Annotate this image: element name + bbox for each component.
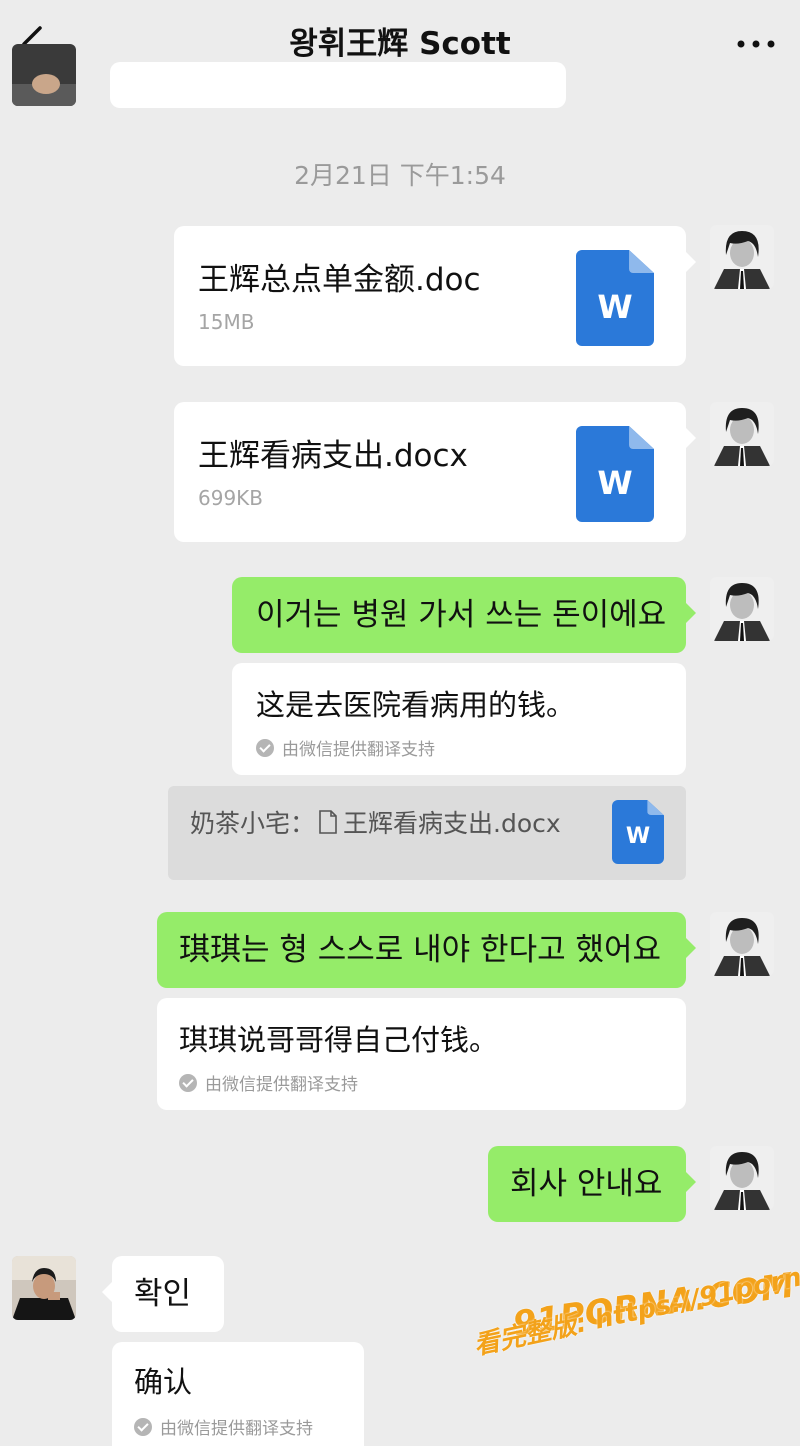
translation-text: 确认 [134, 1365, 193, 1399]
message-text: 확인 [134, 1276, 192, 1312]
message-text: 이거는 병원 가서 쓰는 돈이에요 [256, 597, 667, 633]
previous-message-bubble[interactable] [110, 62, 566, 108]
word-document-icon: W [576, 426, 654, 522]
file-size: 699KB [198, 486, 264, 510]
translation-card[interactable]: 琪琪说哥哥得自己付钱。 由微信提供翻译支持 [157, 998, 686, 1110]
my-avatar[interactable] [710, 1146, 774, 1210]
contact-avatar[interactable] [12, 1256, 76, 1320]
file-message-card[interactable]: 王辉看病支出.docx 699KB W [174, 402, 696, 542]
watermark-url: 看完整版: https://91porna73.com [471, 1236, 800, 1362]
quote-text: 奶茶小宅： 王辉看病支出.docx [190, 809, 561, 838]
check-circle-icon [134, 1417, 152, 1436]
translation-note: 由微信提供翻译支持 [134, 1414, 313, 1439]
my-avatar[interactable] [710, 225, 774, 289]
my-avatar[interactable] [710, 402, 774, 466]
chat-title: 왕휘王辉 Scott [289, 26, 511, 62]
translation-card[interactable]: 确认 由微信提供翻译支持 [112, 1342, 364, 1446]
sent-message-bubble[interactable]: 회사 안내요 [488, 1146, 696, 1222]
sent-message-bubble[interactable]: 琪琪는 형 스스로 내야 한다고 했어요 [157, 912, 696, 988]
translation-text: 这是去医院看病用的钱。 [256, 688, 576, 722]
translation-card[interactable]: 这是去医院看病用的钱。 由微信提供翻译支持 [232, 663, 686, 775]
translation-note: 由微信提供翻译支持 [256, 735, 435, 760]
message-text: 琪琪는 형 스스로 내야 한다고 했어요 [179, 932, 662, 968]
sent-message-bubble[interactable]: 이거는 병원 가서 쓰는 돈이에요 [232, 577, 696, 653]
my-avatar[interactable] [710, 577, 774, 641]
word-document-icon: W [576, 250, 654, 346]
translation-note: 由微信提供翻译支持 [179, 1070, 358, 1095]
received-message-bubble[interactable]: 확인 [102, 1256, 224, 1332]
file-name: 王辉总点单金额.doc [198, 262, 481, 298]
file-size: 15MB [198, 310, 255, 334]
my-avatar[interactable] [710, 912, 774, 976]
message-timestamp: 2月21日 下午1:54 [294, 161, 506, 190]
check-circle-icon [179, 1073, 197, 1092]
translation-text: 琪琪说哥哥得自己付钱。 [179, 1023, 499, 1057]
contact-avatar[interactable] [12, 44, 76, 106]
message-text: 회사 안내요 [510, 1166, 663, 1202]
quoted-message[interactable]: 奶茶小宅： 王辉看病支出.docx W [168, 786, 686, 880]
word-document-icon: W [612, 800, 664, 864]
more-options-icon[interactable] [732, 30, 780, 58]
file-name: 王辉看病支出.docx [198, 438, 468, 474]
file-message-card[interactable]: 王辉总点单金额.doc 15MB W [174, 226, 696, 366]
check-circle-icon [256, 738, 274, 757]
file-icon [319, 810, 337, 834]
